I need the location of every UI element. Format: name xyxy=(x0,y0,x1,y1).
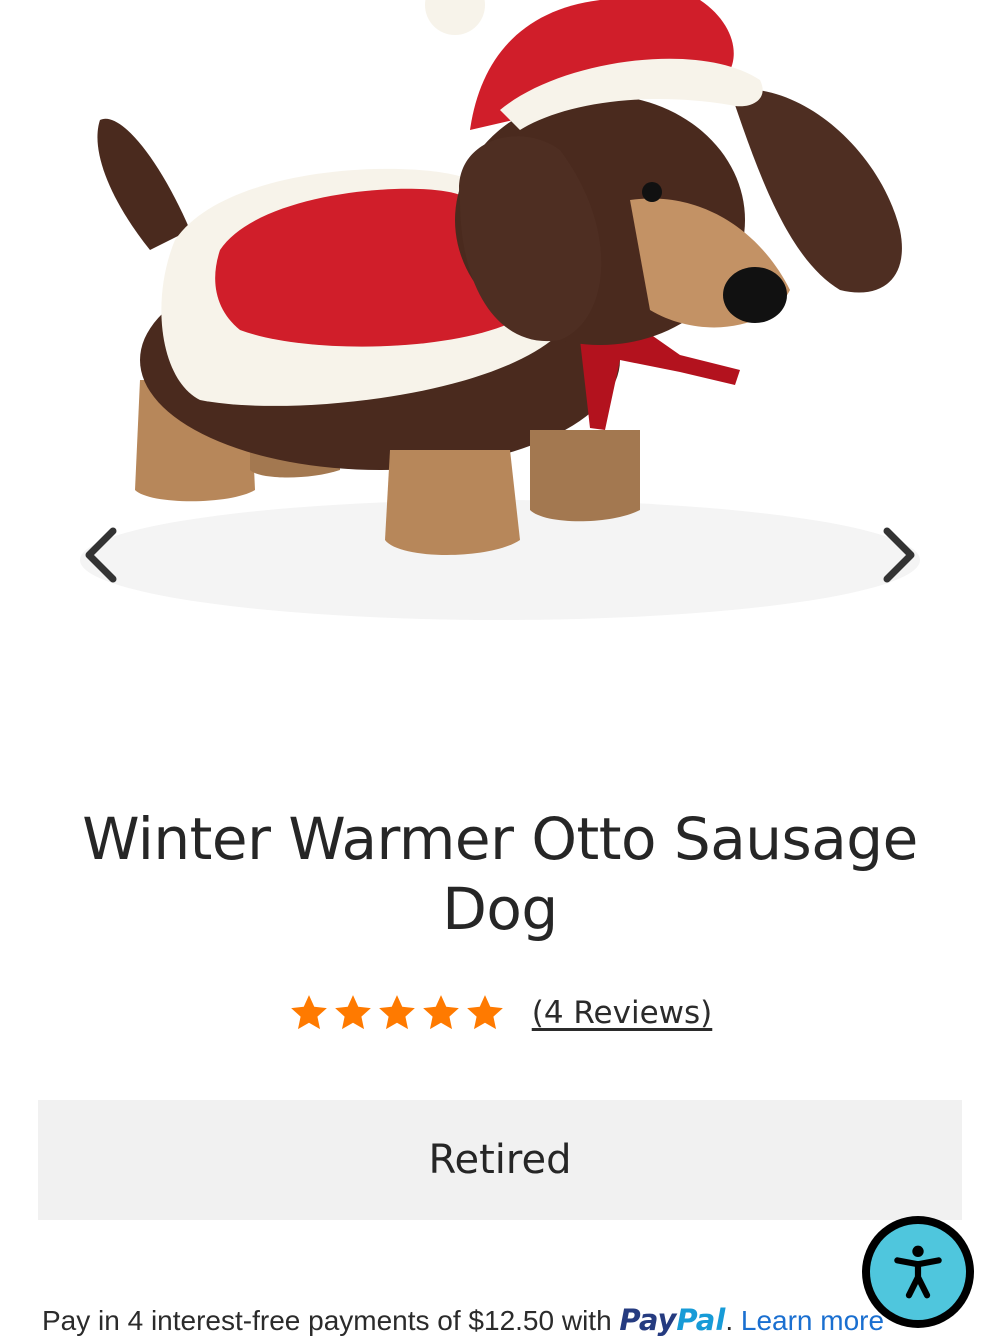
rating-stars xyxy=(288,992,506,1034)
chevron-right-icon xyxy=(883,527,915,583)
star-icon xyxy=(422,995,459,1030)
previous-image-button[interactable] xyxy=(66,520,136,590)
product-image xyxy=(80,0,920,620)
accessibility-button-inner xyxy=(870,1224,966,1320)
paypal-logo-pal: Pal xyxy=(676,1303,726,1337)
retired-status-button[interactable]: Retired xyxy=(38,1100,962,1220)
next-image-button[interactable] xyxy=(864,520,934,590)
star-icon xyxy=(378,995,415,1030)
accessibility-person-icon xyxy=(894,1245,942,1299)
paypal-logo: PayPal xyxy=(619,1303,725,1337)
learn-more-link[interactable]: Learn more xyxy=(741,1305,884,1336)
accessibility-button[interactable] xyxy=(862,1216,974,1328)
product-title: Winter Warmer Otto Sausage Dog xyxy=(82,805,918,943)
paypal-separator: . xyxy=(725,1305,734,1336)
chevron-left-icon xyxy=(85,527,117,583)
star-icon xyxy=(290,995,327,1030)
product-image-gallery xyxy=(0,0,1000,720)
star-icon xyxy=(466,995,503,1030)
paypal-message-text: Pay in 4 interest-free payments of $12.5… xyxy=(42,1305,612,1336)
paypal-logo-pay: Pay xyxy=(619,1303,677,1337)
star-icon xyxy=(334,995,371,1030)
paypal-pay-in-4-message: Pay in 4 interest-free payments of $12.5… xyxy=(42,1300,982,1340)
reviews-link[interactable]: (4 Reviews) xyxy=(532,995,713,1031)
product-rating: (4 Reviews) xyxy=(0,988,1000,1038)
